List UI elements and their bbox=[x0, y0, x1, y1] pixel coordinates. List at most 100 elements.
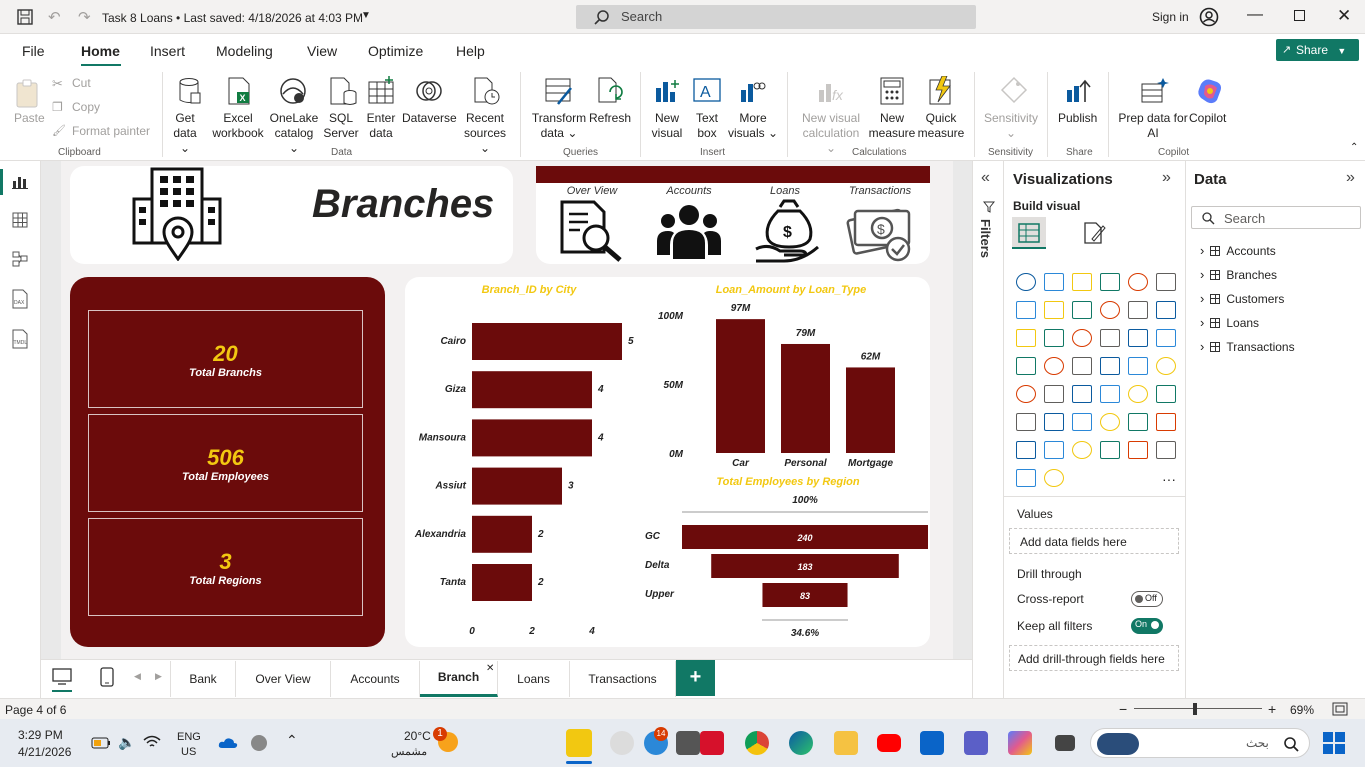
text-box-button[interactable]: Text box bbox=[690, 111, 724, 141]
visual-type-icon[interactable] bbox=[1016, 469, 1036, 487]
data-search-input[interactable]: Search bbox=[1191, 206, 1361, 229]
visual-type-icon[interactable] bbox=[1044, 441, 1064, 459]
app-tray-icon[interactable] bbox=[251, 735, 267, 751]
copilot-button[interactable]: Copilot bbox=[1189, 111, 1226, 126]
table-view-icon[interactable] bbox=[12, 212, 28, 228]
visual-type-icon[interactable] bbox=[1128, 301, 1148, 319]
publish-button[interactable]: Publish bbox=[1058, 111, 1097, 126]
visual-type-icon[interactable] bbox=[1156, 413, 1176, 431]
visual-type-icon[interactable] bbox=[1016, 385, 1036, 403]
sign-in-link[interactable]: Sign in bbox=[1152, 10, 1189, 24]
add-page-button[interactable]: + bbox=[676, 660, 715, 696]
visual-type-icon[interactable] bbox=[1044, 273, 1064, 291]
values-drop-zone[interactable]: Add data fields here bbox=[1009, 528, 1179, 554]
visual-type-icon[interactable] bbox=[1100, 413, 1120, 431]
visual-type-icon[interactable] bbox=[1156, 301, 1176, 319]
scroll-tabs-right-icon[interactable]: ▶ bbox=[155, 671, 162, 682]
build-visual-tab[interactable] bbox=[1012, 217, 1046, 249]
sensitivity-button[interactable]: Sensitivity ⌄ bbox=[982, 111, 1040, 141]
paste-icon[interactable] bbox=[14, 78, 42, 108]
data-table-item[interactable]: › Customers bbox=[1200, 291, 1284, 306]
mobile-layout-icon[interactable] bbox=[100, 667, 114, 687]
new-measure-button[interactable]: New measure bbox=[868, 111, 916, 141]
collapse-visualizations-icon[interactable]: » bbox=[1162, 169, 1171, 187]
visual-type-icon[interactable] bbox=[1156, 441, 1176, 459]
visual-type-icon[interactable] bbox=[1128, 441, 1148, 459]
edge-icon[interactable] bbox=[789, 731, 813, 755]
redo-icon[interactable]: ↷ bbox=[78, 8, 91, 26]
title-dropdown-icon[interactable]: ▼ bbox=[361, 10, 371, 21]
language-region[interactable]: US bbox=[181, 746, 196, 758]
account-icon[interactable] bbox=[1199, 7, 1219, 27]
menu-optimize[interactable]: Optimize bbox=[368, 43, 423, 59]
search-box[interactable]: Search bbox=[576, 5, 976, 29]
visual-type-icon[interactable] bbox=[1100, 357, 1120, 375]
nav-loans-label[interactable]: Loans bbox=[745, 185, 825, 197]
prep-data-ai-button[interactable]: Prep data for AI bbox=[1116, 111, 1190, 141]
data-table-item[interactable]: › Loans bbox=[1200, 315, 1259, 330]
visual-type-icon[interactable] bbox=[1072, 413, 1092, 431]
taskbar-search-box[interactable]: بحث bbox=[1090, 728, 1310, 758]
visual-type-icon[interactable] bbox=[1044, 329, 1064, 347]
money-bag-hand-icon[interactable]: $ bbox=[754, 199, 820, 263]
menu-modeling[interactable]: Modeling bbox=[216, 43, 273, 59]
transform-data-button[interactable]: Transform data ⌄ bbox=[530, 111, 588, 141]
outlook-icon[interactable] bbox=[920, 731, 944, 755]
expand-filters-icon[interactable]: « bbox=[981, 169, 990, 187]
visual-type-icon[interactable] bbox=[1016, 441, 1036, 459]
cash-check-icon[interactable]: $ bbox=[846, 201, 914, 263]
language-code[interactable]: ENG bbox=[177, 731, 201, 743]
app-icon[interactable] bbox=[676, 731, 700, 755]
desktop-layout-icon[interactable] bbox=[52, 668, 72, 686]
visual-type-icon[interactable] bbox=[1072, 329, 1092, 347]
new-visual-button[interactable]: New visual bbox=[650, 111, 684, 141]
visual-type-icon[interactable] bbox=[1044, 469, 1064, 487]
data-table-item[interactable]: › Transactions bbox=[1200, 339, 1295, 354]
visual-type-icon[interactable] bbox=[1044, 385, 1064, 403]
nav-overview-label[interactable]: Over View bbox=[552, 185, 632, 197]
document-title[interactable]: Task 8 Loans • Last saved: 4/18/2026 at … bbox=[102, 11, 363, 25]
visual-type-icon[interactable] bbox=[1100, 441, 1120, 459]
zoom-in-button[interactable]: + bbox=[1268, 701, 1276, 717]
chevron-right-icon[interactable]: › bbox=[1200, 243, 1204, 258]
save-icon[interactable] bbox=[17, 9, 33, 25]
menu-file[interactable]: File bbox=[22, 43, 45, 59]
collapse-ribbon-icon[interactable]: ⌃ bbox=[1350, 142, 1358, 153]
clock-date[interactable]: 4/21/2026 bbox=[18, 745, 71, 759]
maximize-icon[interactable] bbox=[1294, 10, 1305, 21]
visual-type-icon[interactable] bbox=[1072, 441, 1092, 459]
get-data-button[interactable]: Get data ⌄ bbox=[167, 111, 203, 156]
visual-type-icon[interactable] bbox=[1156, 385, 1176, 403]
menu-help[interactable]: Help bbox=[456, 43, 485, 59]
visual-type-icon[interactable] bbox=[1072, 301, 1092, 319]
visual-type-icon[interactable] bbox=[1016, 413, 1036, 431]
keep-all-filters-toggle[interactable]: On bbox=[1131, 618, 1163, 634]
visual-type-icon[interactable] bbox=[1044, 301, 1064, 319]
chrome-icon[interactable] bbox=[745, 731, 769, 755]
visual-type-icon[interactable] bbox=[1016, 301, 1036, 319]
chat-app-icon[interactable] bbox=[610, 731, 634, 755]
weather-temperature[interactable]: 20°C bbox=[404, 729, 431, 743]
visual-type-icon[interactable] bbox=[1156, 273, 1176, 291]
chevron-right-icon[interactable]: › bbox=[1200, 315, 1204, 330]
chevron-right-icon[interactable]: › bbox=[1200, 267, 1204, 282]
visual-type-icon[interactable] bbox=[1044, 357, 1064, 375]
cross-report-toggle[interactable]: Off bbox=[1131, 591, 1163, 607]
windows-start-icon[interactable] bbox=[1322, 731, 1346, 755]
nav-accounts-label[interactable]: Accounts bbox=[649, 185, 729, 197]
dax-query-view-icon[interactable]: DAX bbox=[11, 289, 29, 309]
visual-type-icon[interactable] bbox=[1100, 301, 1120, 319]
visual-type-icon[interactable] bbox=[1072, 357, 1092, 375]
weather-condition[interactable]: مشمس bbox=[391, 745, 427, 758]
recent-sources-button[interactable]: Recent sources ⌄ bbox=[459, 111, 511, 156]
menu-view[interactable]: View bbox=[307, 43, 337, 59]
nav-transactions-label[interactable]: Transactions bbox=[840, 185, 920, 197]
dataverse-button[interactable]: Dataverse bbox=[402, 111, 457, 126]
visual-type-icon[interactable] bbox=[1100, 329, 1120, 347]
tmdl-view-icon[interactable]: TMDL bbox=[11, 329, 29, 349]
tab-accounts[interactable]: Accounts bbox=[331, 661, 420, 697]
filters-pane-collapsed[interactable]: « Filters bbox=[972, 161, 1004, 698]
data-table-item[interactable]: › Accounts bbox=[1200, 243, 1276, 258]
visual-type-icon[interactable] bbox=[1016, 357, 1036, 375]
format-visual-icon[interactable] bbox=[1082, 221, 1106, 245]
